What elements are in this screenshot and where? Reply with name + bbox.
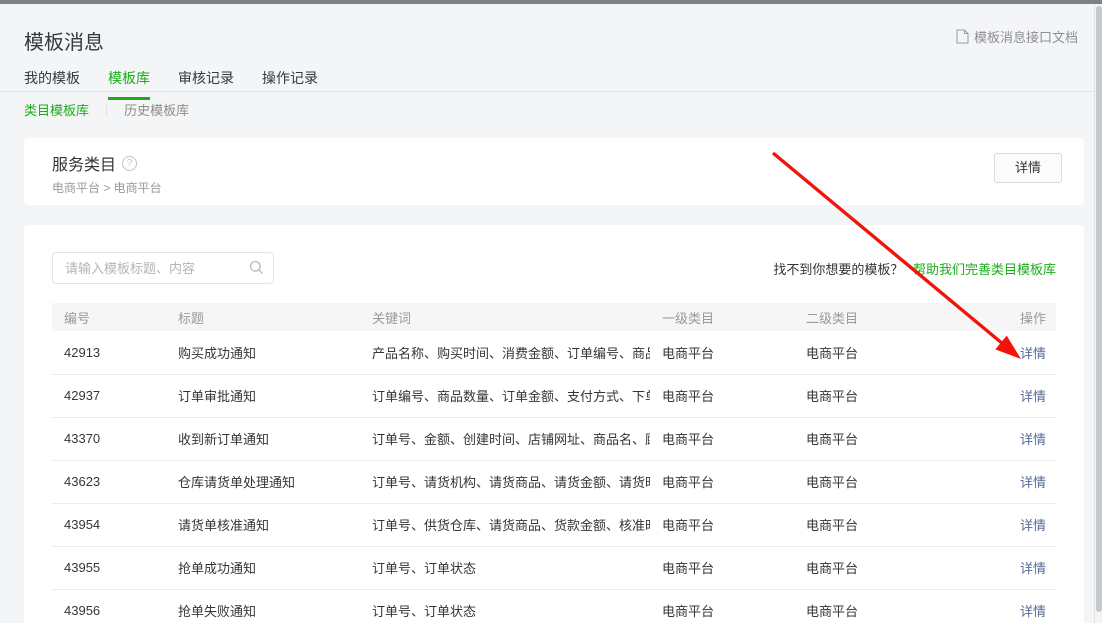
search-box	[52, 252, 274, 284]
scrollbar-thumb[interactable]	[1096, 6, 1102, 612]
cell-category2: 电商平台	[794, 331, 1000, 374]
row-detail-link: 详情	[1000, 417, 1056, 460]
row-detail-link[interactable]: 详情	[1020, 346, 1046, 361]
row-detail-link[interactable]: 详情	[1020, 518, 1046, 533]
row-detail-link: 详情	[1000, 546, 1056, 589]
table-row: 43956抢单失败通知订单号、订单状态电商平台电商平台详情	[52, 589, 1056, 623]
cell-id: 43954	[52, 503, 166, 546]
help-question-text: 找不到你想要的模板？	[773, 262, 903, 277]
table-row: 43370收到新订单通知订单号、金额、创建时间、店铺网址、商品名、顾客、数量..…	[52, 417, 1056, 460]
main-tabs: 我的模板 模板库 审核记录 操作记录	[24, 68, 318, 100]
cell-title: 收到新订单通知	[166, 417, 360, 460]
cell-id: 43956	[52, 589, 166, 623]
service-category-title: 服务类目	[52, 151, 116, 175]
cell-category2: 电商平台	[794, 417, 1000, 460]
api-doc-link[interactable]: 模板消息接口文档	[956, 27, 1078, 46]
service-category-card: 服务类目 ? 电商平台 > 电商平台 详情	[24, 138, 1084, 205]
cell-keywords: 产品名称、购买时间、消费金额、订单编号、商品名称、支...	[360, 331, 650, 374]
header-category1: 一级类目	[650, 303, 794, 331]
cell-keywords: 订单号、金额、创建时间、店铺网址、商品名、顾客、数量...	[360, 417, 650, 460]
row-detail-link[interactable]: 详情	[1020, 389, 1046, 404]
tab-template-library[interactable]: 模板库	[108, 68, 150, 100]
row-detail-link[interactable]: 详情	[1020, 604, 1046, 619]
cell-category1: 电商平台	[650, 589, 794, 623]
row-detail-link[interactable]: 详情	[1020, 432, 1046, 447]
header-category2: 二级类目	[794, 303, 1000, 331]
page-title: 模板消息	[24, 26, 104, 55]
header-title: 标题	[166, 303, 360, 331]
row-detail-link: 详情	[1000, 374, 1056, 417]
breadcrumb: 电商平台 > 电商平台	[52, 179, 162, 196]
template-table-card: 找不到你想要的模板？ 帮助我们完善类目模板库 编号 标题 关键词 一级类目 二级…	[24, 225, 1084, 623]
improve-library-link[interactable]: 帮助我们完善类目模板库	[913, 262, 1056, 277]
api-doc-link-label: 模板消息接口文档	[974, 27, 1078, 46]
cell-category1: 电商平台	[650, 374, 794, 417]
search-icon	[249, 260, 264, 280]
cell-title: 请货单核准通知	[166, 503, 360, 546]
table-row: 43623仓库请货单处理通知订单号、请货机构、请货商品、请货金额、请货时间电商平…	[52, 460, 1056, 503]
tab-my-templates[interactable]: 我的模板	[24, 68, 80, 100]
sub-tabs: 类目模板库 | 历史模板库	[24, 100, 189, 119]
row-detail-link: 详情	[1000, 331, 1056, 374]
table-header-row: 编号 标题 关键词 一级类目 二级类目 操作	[52, 303, 1056, 331]
cell-keywords: 订单号、订单状态	[360, 589, 650, 623]
cell-title: 购买成功通知	[166, 331, 360, 374]
help-circle-icon[interactable]: ?	[122, 156, 137, 171]
subtab-history-library[interactable]: 历史模板库	[124, 100, 189, 119]
subtab-divider: |	[105, 103, 108, 117]
cell-keywords: 订单号、供货仓库、请货商品、货款金额、核准时间	[360, 503, 650, 546]
vertical-scrollbar[interactable]	[1094, 4, 1102, 623]
category-detail-button[interactable]: 详情	[994, 153, 1062, 183]
cell-title: 订单审批通知	[166, 374, 360, 417]
cell-category1: 电商平台	[650, 503, 794, 546]
row-detail-link[interactable]: 详情	[1020, 475, 1046, 490]
cell-keywords: 订单号、请货机构、请货商品、请货金额、请货时间	[360, 460, 650, 503]
cell-category1: 电商平台	[650, 417, 794, 460]
cell-category1: 电商平台	[650, 460, 794, 503]
cell-category2: 电商平台	[794, 546, 1000, 589]
cell-category2: 电商平台	[794, 503, 1000, 546]
table-row: 43954请货单核准通知订单号、供货仓库、请货商品、货款金额、核准时间电商平台电…	[52, 503, 1056, 546]
cell-id: 42913	[52, 331, 166, 374]
cell-category2: 电商平台	[794, 374, 1000, 417]
cell-keywords: 订单编号、商品数量、订单金额、支付方式、下单时间	[360, 374, 650, 417]
cell-id: 43955	[52, 546, 166, 589]
table-row: 42937订单审批通知订单编号、商品数量、订单金额、支付方式、下单时间电商平台电…	[52, 374, 1056, 417]
tab-audit-records[interactable]: 审核记录	[178, 68, 234, 100]
document-icon	[956, 29, 969, 44]
cell-title: 抢单成功通知	[166, 546, 360, 589]
row-detail-link: 详情	[1000, 589, 1056, 623]
tab-operation-records[interactable]: 操作记录	[262, 68, 318, 100]
cell-category1: 电商平台	[650, 331, 794, 374]
cell-category2: 电商平台	[794, 589, 1000, 623]
table-row: 43955抢单成功通知订单号、订单状态电商平台电商平台详情	[52, 546, 1056, 589]
cell-id: 42937	[52, 374, 166, 417]
window-top-strip	[0, 0, 1102, 4]
header-keywords: 关键词	[360, 303, 650, 331]
cell-title: 抢单失败通知	[166, 589, 360, 623]
row-detail-link: 详情	[1000, 503, 1056, 546]
row-detail-link[interactable]: 详情	[1020, 561, 1046, 576]
cell-title: 仓库请货单处理通知	[166, 460, 360, 503]
cell-id: 43370	[52, 417, 166, 460]
header-id: 编号	[52, 303, 166, 331]
cell-category1: 电商平台	[650, 546, 794, 589]
template-table-body: 42913购买成功通知产品名称、购买时间、消费金额、订单编号、商品名称、支...…	[52, 331, 1056, 623]
row-detail-link: 详情	[1000, 460, 1056, 503]
header-action: 操作	[1000, 303, 1056, 331]
cell-category2: 电商平台	[794, 460, 1000, 503]
table-row: 42913购买成功通知产品名称、购买时间、消费金额、订单编号、商品名称、支...…	[52, 331, 1056, 374]
template-table: 编号 标题 关键词 一级类目 二级类目 操作 42913购买成功通知产品名称、购…	[52, 303, 1056, 623]
search-input[interactable]	[52, 252, 274, 284]
subtab-category-library[interactable]: 类目模板库	[24, 100, 89, 119]
cell-keywords: 订单号、订单状态	[360, 546, 650, 589]
cell-id: 43623	[52, 460, 166, 503]
